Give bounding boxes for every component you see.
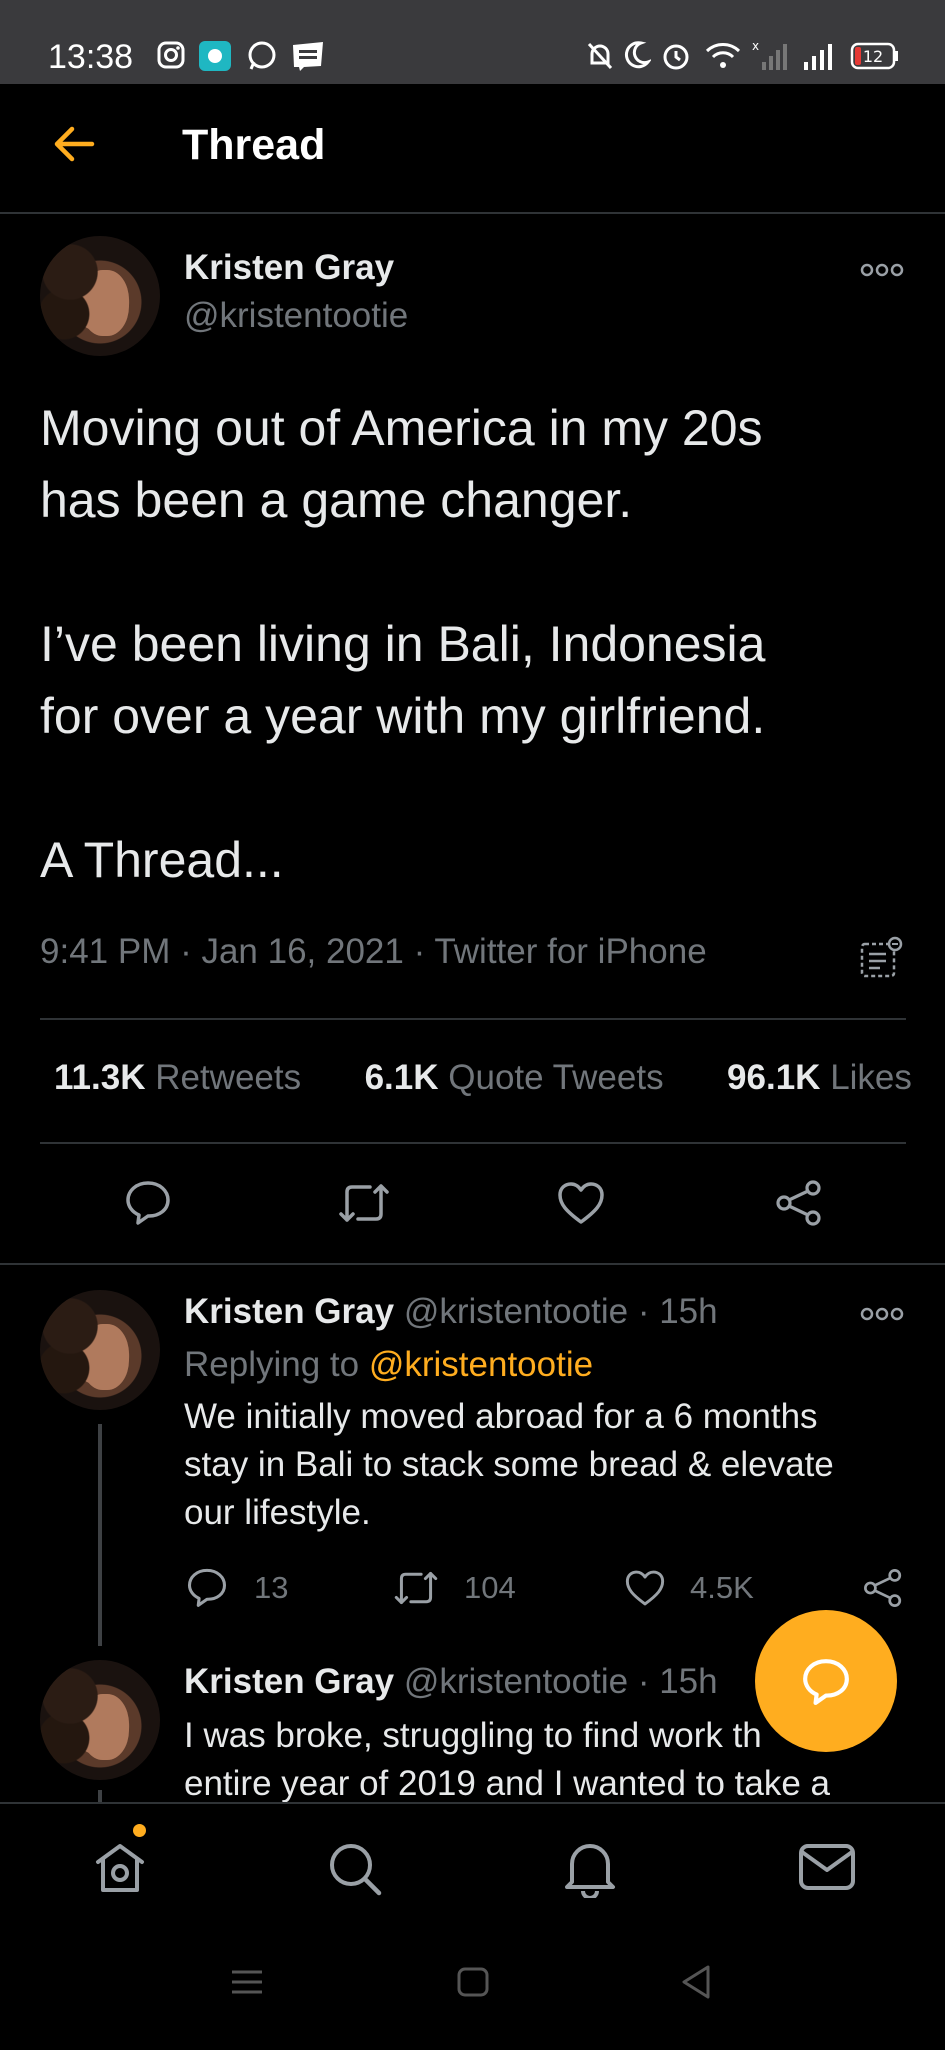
reply-author-name[interactable]: Kristen Gray xyxy=(184,1292,394,1331)
signal-sim2-icon xyxy=(802,40,838,72)
home-unread-dot xyxy=(133,1824,146,1837)
whatsapp-icon xyxy=(246,40,278,72)
thread-connector-line xyxy=(98,1790,102,1802)
battery-icon: 12 xyxy=(850,42,900,70)
reply-author-handle[interactable]: @kristentootie xyxy=(404,1662,628,1701)
divider xyxy=(40,1018,906,1020)
svg-text:12: 12 xyxy=(863,47,883,66)
compose-reply-icon xyxy=(801,1656,851,1706)
reply-text: I was broke, struggling to find work th … xyxy=(184,1716,830,1803)
reply-author-name[interactable]: Kristen Gray xyxy=(184,1662,394,1701)
author-handle[interactable]: @kristentootie xyxy=(184,296,408,336)
retweets-stat[interactable]: 11.3K Retweets xyxy=(54,1058,301,1097)
share-icon[interactable] xyxy=(862,1568,904,1608)
do-not-disturb-icon xyxy=(623,40,651,70)
replying-to: Replying to @kristentootie xyxy=(184,1345,594,1384)
reply-time: · 15h xyxy=(637,1662,718,1701)
more-options-icon[interactable] xyxy=(860,262,904,278)
messages-icon[interactable] xyxy=(798,1842,856,1892)
like-count: 4.5K xyxy=(690,1570,754,1605)
tweet-text: Moving out of America in my 20s has been… xyxy=(40,400,766,888)
back-arrow-icon[interactable] xyxy=(52,124,96,164)
quote-tweets-stat[interactable]: 6.1K Quote Tweets xyxy=(365,1058,664,1097)
compose-reply-button[interactable] xyxy=(755,1610,897,1752)
retweet-count: 104 xyxy=(464,1570,516,1605)
avatar[interactable] xyxy=(40,236,160,356)
system-home-icon[interactable] xyxy=(456,1966,490,1998)
system-back-icon[interactable] xyxy=(680,1964,712,2000)
signal-sim1-icon: x xyxy=(752,40,790,72)
wifi-icon xyxy=(704,40,742,72)
home-icon[interactable] xyxy=(92,1840,148,1896)
retweet-icon[interactable] xyxy=(392,1568,440,1608)
divider xyxy=(0,1263,945,1265)
reply-count: 13 xyxy=(254,1570,289,1605)
page-title: Thread xyxy=(182,121,326,169)
reply-author-handle[interactable]: @kristentootie xyxy=(404,1292,628,1331)
app-notification-icon xyxy=(198,40,232,72)
replying-to-handle[interactable]: @kristentootie xyxy=(369,1345,593,1384)
likes-stat[interactable]: 96.1K Likes xyxy=(727,1058,912,1097)
webtoon-icon xyxy=(290,40,326,72)
retweet-icon[interactable] xyxy=(336,1180,392,1226)
author-name[interactable]: Kristen Gray xyxy=(184,248,394,288)
tweet-analytics-icon[interactable] xyxy=(858,934,906,980)
share-icon[interactable] xyxy=(774,1180,824,1226)
system-menu-icon[interactable] xyxy=(230,1968,264,1996)
tweet-stats: 11.3K Retweets 6.1K Quote Tweets 96.1K L… xyxy=(54,1058,912,1098)
avatar[interactable] xyxy=(40,1660,160,1780)
instagram-icon xyxy=(156,40,186,70)
notifications-icon[interactable] xyxy=(562,1838,618,1898)
reply-icon[interactable] xyxy=(124,1178,172,1226)
reply-text: We initially moved abroad for a 6 months… xyxy=(184,1397,834,1532)
search-icon[interactable] xyxy=(326,1840,384,1898)
svg-text:x: x xyxy=(752,40,759,53)
status-bar: 13:38 x 12 xyxy=(0,0,945,84)
reply-header: Kristen Gray @kristentootie · 15h xyxy=(184,1662,718,1702)
thread-connector-line xyxy=(98,1424,102,1646)
avatar[interactable] xyxy=(40,1290,160,1410)
reply-icon[interactable] xyxy=(186,1566,228,1608)
divider xyxy=(40,1142,906,1144)
reply-time: · 15h xyxy=(637,1292,718,1331)
reply-header: Kristen Gray @kristentootie · 15h xyxy=(184,1292,718,1332)
like-icon[interactable] xyxy=(624,1568,666,1608)
status-time: 13:38 xyxy=(48,38,134,76)
notifications-muted-icon xyxy=(585,40,615,72)
more-options-icon[interactable] xyxy=(860,1306,904,1322)
alarm-icon xyxy=(660,40,692,72)
like-icon[interactable] xyxy=(556,1180,606,1226)
tweet-timestamp: 9:41 PM · Jan 16, 2021 · Twitter for iPh… xyxy=(40,932,707,971)
top-app-bar: Thread xyxy=(0,84,945,214)
